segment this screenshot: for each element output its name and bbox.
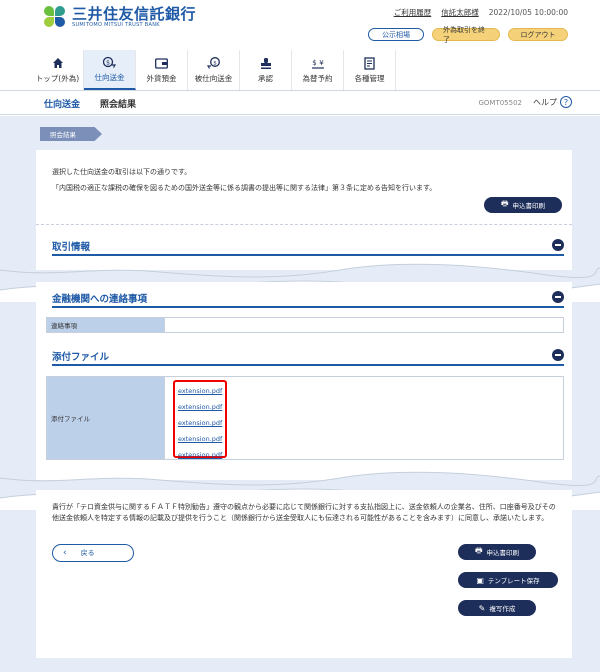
print-application-button[interactable]: 🖶 申込書印刷 [458,544,536,560]
section-attachments-title: 添付ファイル [52,352,110,363]
contact-label: 連絡事項 [47,318,165,332]
nav-remittance[interactable]: $ 仕向送金 [84,50,136,90]
intro-card: 選択した仕向送金の取引は以下の通りです。 「内国税の適正な課税の確保を図るための… [36,150,572,270]
attachment-row: 添付ファイル extension.pdf extension.pdf exten… [46,376,564,460]
public-rate-button[interactable]: 公示相場 [368,28,424,41]
nav-deposit-label: 外貨預金 [146,74,177,83]
printer-icon: 🖶 [500,199,509,208]
brand-name-jp: 三井住友信託銀行 [72,5,197,23]
approval-icon [259,56,273,70]
page-title: 照会結果 [100,100,137,110]
login-datetime: 2022/10/05 10:00:00 [488,8,568,17]
template-save-label: テンプレート保存 [487,577,540,585]
svg-text:$: $ [312,59,316,67]
incoming-remittance-icon: $ [207,56,221,70]
details-card: 金融機関への連絡事項 連絡事項 添付ファイル 添付ファイル extension.… [36,282,572,480]
section-transaction[interactable]: 取引情報 [52,236,564,256]
svg-text:$: $ [213,60,217,66]
section-transaction-title: 取引情報 [52,242,91,253]
attachment-label: 添付ファイル [47,377,165,459]
save-icon: ▣ [476,575,484,585]
header: 三井住友信託銀行 SUMITOMO MITSUI TRUST BANK ご利用履… [0,0,600,48]
breadcrumb: 仕向送金 [44,100,81,110]
nav-management[interactable]: 各種管理 [344,50,396,90]
attachment-link[interactable]: extension.pdf [178,384,222,400]
intro-text-1: 選択した仕向送金の取引は以下の通りです。 [52,168,192,176]
remittance-icon: $ [103,55,117,69]
attachment-link[interactable]: extension.pdf [178,416,222,432]
end-fx-button[interactable]: 外為取引を終了 [432,26,500,44]
attachment-list: extension.pdf extension.pdf extension.pd… [173,380,227,459]
attachment-value: extension.pdf extension.pdf extension.pd… [165,377,563,459]
contact-value [165,318,563,332]
section-bank-contact[interactable]: 金融機関への連絡事項 [52,288,564,308]
collapse-icon[interactable] [552,239,564,251]
nav-management-label: 各種管理 [354,74,385,83]
copy-create-label: 複写作成 [489,605,516,613]
collapse-icon[interactable] [552,291,564,303]
svg-text:$: $ [106,59,110,66]
section-bank-contact-title: 金融機関への連絡事項 [52,294,148,305]
contact-row: 連絡事項 [46,317,564,333]
pencil-icon: ✎ [478,603,486,613]
deposit-icon [155,56,169,70]
nav-fx-reservation-label: 為替予約 [302,74,333,83]
nav-approval-label: 承認 [258,74,273,83]
help-icon: ? [560,96,572,108]
help-link[interactable]: ヘルプ ? [533,96,572,108]
footer-card: 貴行が「テロ資金供与に関するＦＡＴＦ特別勧告」遵守の観点から必要に応じて関係銀行… [36,490,572,658]
screen-code: GOMT05502 [478,99,522,107]
print-application-button-top[interactable]: 🖶 申込書印刷 [484,197,562,213]
help-label: ヘルプ [533,97,557,107]
back-label: 戻る [80,549,95,557]
intro-text-2: 「内国税の適正な課税の確保を図るための国外送金等に係る調書の提出等に関する法律」… [52,184,437,192]
print-label: 申込書印刷 [486,549,520,557]
user-name-link[interactable]: 信託太郎様 [441,7,479,18]
global-nav: トップ(外為) $ 仕向送金 外貨預金 $ 被仕向送金 承認 $ ¥ 為替予約 各… [32,50,396,90]
collapse-icon[interactable] [552,349,564,361]
page-titlebar: 仕向送金 照会結果 GOMT05502 ヘルプ ? [0,91,600,115]
chevron-left-icon: ‹ [63,548,67,558]
svg-text:¥: ¥ [319,59,324,67]
nav-incoming-label: 被仕向送金 [194,74,233,83]
step-indicator: 照会結果 [40,127,102,141]
home-icon [51,56,65,70]
nav-top-label: トップ(外為) [35,74,80,83]
back-button[interactable]: ‹ 戻る [52,544,134,562]
bank-logo[interactable]: 三井住友信託銀行 SUMITOMO MITSUI TRUST BANK [44,6,196,28]
usage-history-link[interactable]: ご利用履歴 [394,7,432,18]
copy-create-button[interactable]: ✎ 複写作成 [458,600,536,616]
nav-remittance-label: 仕向送金 [94,73,125,82]
divider [36,224,572,225]
consent-note: 貴行が「テロ資金供与に関するＦＡＴＦ特別勧告」遵守の観点から必要に応じて関係銀行… [52,503,556,522]
nav-fx-reservation[interactable]: $ ¥ 為替予約 [292,50,344,90]
logout-button[interactable]: ログアウト [508,28,568,41]
nav-top[interactable]: トップ(外為) [32,50,84,90]
attachment-link[interactable]: extension.pdf [178,448,222,464]
logo-mark-icon [44,6,66,28]
nav-incoming[interactable]: $ 被仕向送金 [188,50,240,90]
template-save-button[interactable]: ▣ テンプレート保存 [458,572,558,588]
fx-reservation-icon: $ ¥ [311,56,325,70]
section-attachments[interactable]: 添付ファイル [52,346,564,366]
attachment-link[interactable]: extension.pdf [178,400,222,416]
attachment-link[interactable]: extension.pdf [178,432,222,448]
print-application-label: 申込書印刷 [512,202,546,210]
nav-deposit[interactable]: 外貨預金 [136,50,188,90]
printer-icon: 🖶 [474,546,483,555]
nav-approval[interactable]: 承認 [240,50,292,90]
management-icon [363,56,377,70]
